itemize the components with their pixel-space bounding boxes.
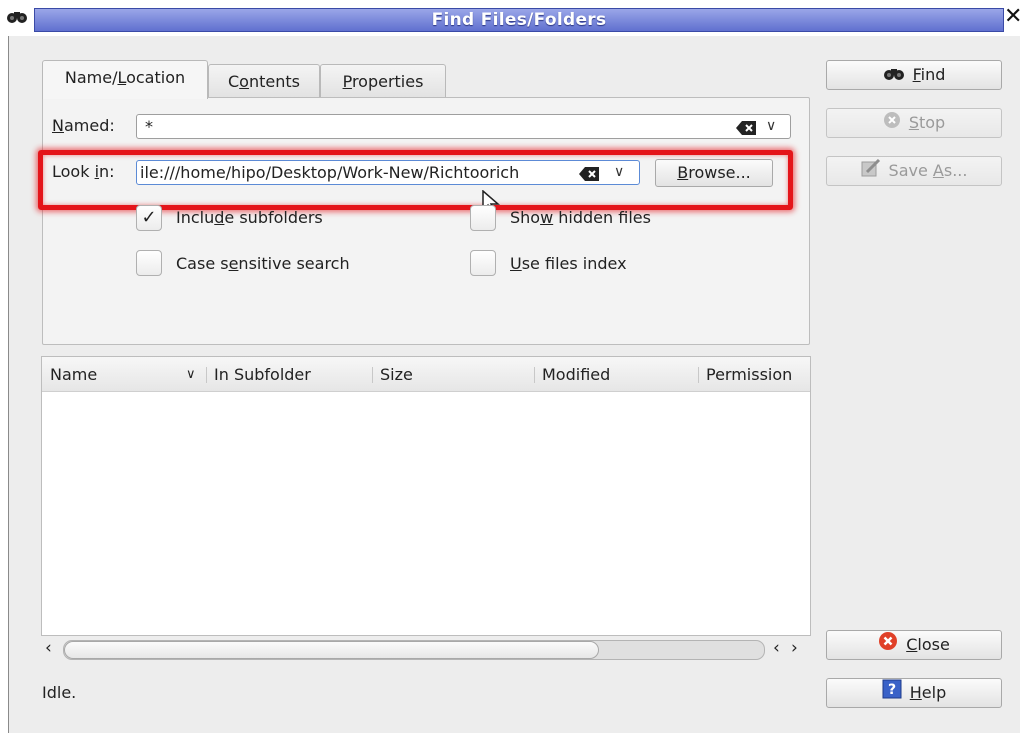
column-divider [372, 367, 373, 383]
browse-label: Browse... [677, 163, 751, 182]
find-label: Find [912, 65, 946, 84]
named-value: * [145, 117, 153, 136]
show-hidden-checkbox[interactable] [470, 205, 496, 231]
column-size[interactable]: Size [380, 365, 413, 384]
help-label: Help [909, 683, 947, 702]
stop-icon [883, 110, 901, 138]
tab-label: Name/Location [64, 68, 186, 87]
close-window-icon[interactable]: ✕ [1004, 4, 1020, 29]
sort-chevron-icon[interactable]: ∨ [186, 367, 196, 382]
column-divider [534, 367, 535, 383]
use-index-checkbox[interactable] [470, 250, 496, 276]
column-name[interactable]: Name [50, 365, 97, 384]
binoculars-icon [883, 62, 905, 90]
help-icon: ? [882, 679, 902, 708]
show-hidden-label: Show hidden files [510, 208, 651, 227]
look-in-value: ile:///home/hipo/Desktop/Work-New/Richto… [140, 163, 520, 182]
stop-button[interactable]: Stop [826, 108, 1002, 138]
clear-text-icon[interactable] [736, 120, 756, 135]
status-text: Idle. [42, 683, 77, 702]
column-permission[interactable]: Permission [706, 365, 792, 384]
tab-contents[interactable]: Contents [208, 64, 320, 98]
use-index-label: Use files index [510, 254, 627, 273]
scroll-track[interactable] [63, 640, 765, 660]
tab-label: Contents [228, 72, 300, 91]
title-bar: Find Files/Folders ✕ [0, 0, 1020, 36]
find-button[interactable]: Find [826, 60, 1002, 90]
checkmark-icon: ✓ [141, 207, 157, 228]
window-title: Find Files/Folders [431, 10, 607, 30]
close-label: Close [906, 635, 950, 654]
column-in-subfolder[interactable]: In Subfolder [214, 365, 311, 384]
look-in-label: Look in: [52, 162, 115, 181]
named-label: Named: [52, 116, 115, 135]
help-button[interactable]: ? Help [826, 678, 1002, 708]
title-bar-strip: Find Files/Folders [34, 8, 1004, 32]
browse-button[interactable]: Browse... [655, 159, 773, 187]
scroll-thumb[interactable] [64, 641, 599, 659]
chevron-down-icon[interactable]: ∨ [766, 118, 776, 134]
horizontal-scrollbar[interactable]: ‹ ‹ › [41, 636, 809, 662]
case-sensitive-label: Case sensitive search [176, 254, 350, 273]
binoculars-icon[interactable] [6, 9, 28, 28]
save-as-label: Save As... [888, 161, 968, 180]
tab-name-location[interactable]: Name/Location [42, 60, 208, 99]
save-icon [861, 158, 881, 186]
include-subfolders-checkbox[interactable]: ✓ [136, 205, 162, 231]
tab-label: Properties [342, 72, 424, 91]
include-subfolders-label: Include subfolders [176, 208, 323, 227]
column-divider [698, 367, 699, 383]
results-header: Name ∨ In Subfolder Size Modified Permis… [42, 357, 810, 392]
case-sensitive-checkbox[interactable] [136, 250, 162, 276]
results-list[interactable]: Name ∨ In Subfolder Size Modified Permis… [41, 356, 811, 636]
column-divider [206, 367, 207, 383]
chevron-down-icon[interactable]: ∨ [614, 164, 624, 180]
svg-text:?: ? [888, 682, 896, 698]
scroll-left-icon[interactable]: ‹ [45, 638, 52, 658]
stop-label: Stop [908, 113, 946, 132]
scroll-right-icon[interactable]: › [791, 638, 798, 658]
scroll-left-icon[interactable]: ‹ [773, 638, 780, 658]
tab-properties[interactable]: Properties [320, 64, 446, 98]
close-icon [878, 631, 898, 660]
close-button[interactable]: Close [826, 630, 1002, 660]
save-as-button[interactable]: Save As... [826, 156, 1002, 186]
clear-text-icon[interactable] [579, 166, 599, 181]
look-in-input[interactable]: ile:///home/hipo/Desktop/Work-New/Richto… [136, 160, 640, 185]
column-modified[interactable]: Modified [542, 365, 610, 384]
named-input[interactable]: * [136, 114, 791, 139]
